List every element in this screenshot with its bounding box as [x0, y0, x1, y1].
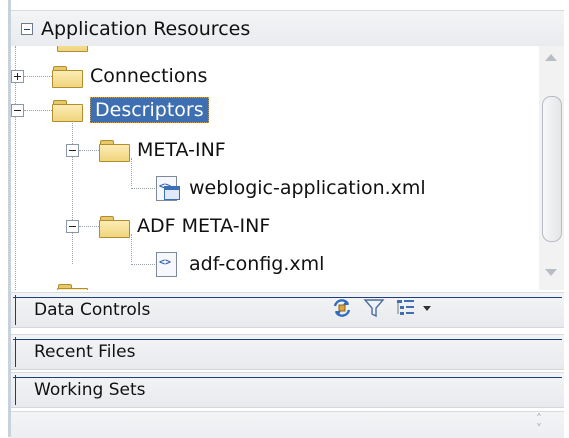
working-sets-section[interactable]: Working Sets: [11, 372, 564, 408]
expand-icon[interactable]: [13, 295, 562, 325]
tree-item-label: adf-config.xml: [189, 253, 325, 275]
collapse-icon[interactable]: [66, 219, 79, 233]
tree-connector: [79, 225, 99, 227]
tree-item-meta-inf[interactable]: META-INF: [66, 134, 226, 166]
tree-connector: [131, 263, 155, 265]
folder-icon: [99, 215, 130, 238]
section-label: Data Controls: [34, 300, 151, 320]
tree-item-hidden-folder: [57, 46, 95, 56]
chevron-down-icon[interactable]: [423, 305, 431, 311]
folder-icon: [99, 139, 130, 162]
collapse-icon[interactable]: [21, 23, 33, 35]
application-navigator: Application Resources Connections Descri…: [0, 0, 569, 438]
tree-item-label: weblogic-application.xml: [189, 177, 426, 199]
tree-item-weblogic-application-xml[interactable]: <> weblogic-application.xml: [131, 172, 426, 204]
maximize-restore-icon[interactable]: ˄ ˅: [536, 413, 542, 435]
recent-files-section[interactable]: Recent Files: [11, 334, 564, 370]
tree-connector: [24, 75, 52, 77]
folder-icon: [52, 99, 83, 122]
folder-icon: [52, 65, 83, 88]
folder-icon: [57, 46, 88, 52]
xml-file-icon: <>: [155, 251, 179, 277]
tree-item-label: META-INF: [137, 139, 226, 161]
xml-config-file-icon: <>: [155, 175, 180, 201]
section-label: Recent Files: [34, 342, 136, 362]
expand-icon[interactable]: [13, 375, 562, 405]
application-resources-title: Application Resources: [41, 18, 251, 40]
application-resources-header[interactable]: Application Resources: [11, 10, 564, 48]
tree-connector: [131, 187, 155, 189]
filter-icon[interactable]: [363, 297, 385, 319]
tree-item-label: Connections: [90, 65, 208, 87]
data-controls-section[interactable]: Data Controls: [11, 292, 564, 328]
refresh-icon[interactable]: [331, 297, 353, 319]
tree-item-label-selected: Descriptors: [90, 97, 209, 123]
expand-icon[interactable]: [11, 69, 24, 83]
scroll-up-icon[interactable]: [545, 54, 557, 61]
tree-item-cut-off-folder: [57, 278, 95, 290]
collapse-icon[interactable]: [11, 103, 24, 117]
section-label: Working Sets: [34, 380, 146, 400]
tree-item-label: ADF META-INF: [137, 215, 271, 237]
resource-tree[interactable]: Connections Descriptors META-INF <> webl…: [11, 46, 539, 290]
scrollbar-thumb[interactable]: [542, 96, 562, 242]
tree-item-adf-config-xml[interactable]: <> adf-config.xml: [131, 248, 324, 280]
collapse-icon[interactable]: [66, 143, 79, 157]
data-controls-toolbar: [331, 297, 431, 319]
scroll-down-icon[interactable]: [545, 269, 557, 276]
tree-item-descriptors[interactable]: Descriptors: [11, 94, 209, 126]
vertical-scrollbar[interactable]: [539, 46, 564, 290]
tree-connector: [24, 109, 52, 111]
tree-connector: [79, 149, 99, 151]
tree-item-adf-meta-inf[interactable]: ADF META-INF: [66, 210, 270, 242]
layout-options-icon[interactable]: [395, 297, 417, 319]
tree-item-connections[interactable]: Connections: [11, 60, 207, 92]
panel-footer: ˄ ˅: [11, 411, 564, 438]
folder-icon: [57, 283, 88, 290]
expand-icon[interactable]: [13, 337, 562, 367]
